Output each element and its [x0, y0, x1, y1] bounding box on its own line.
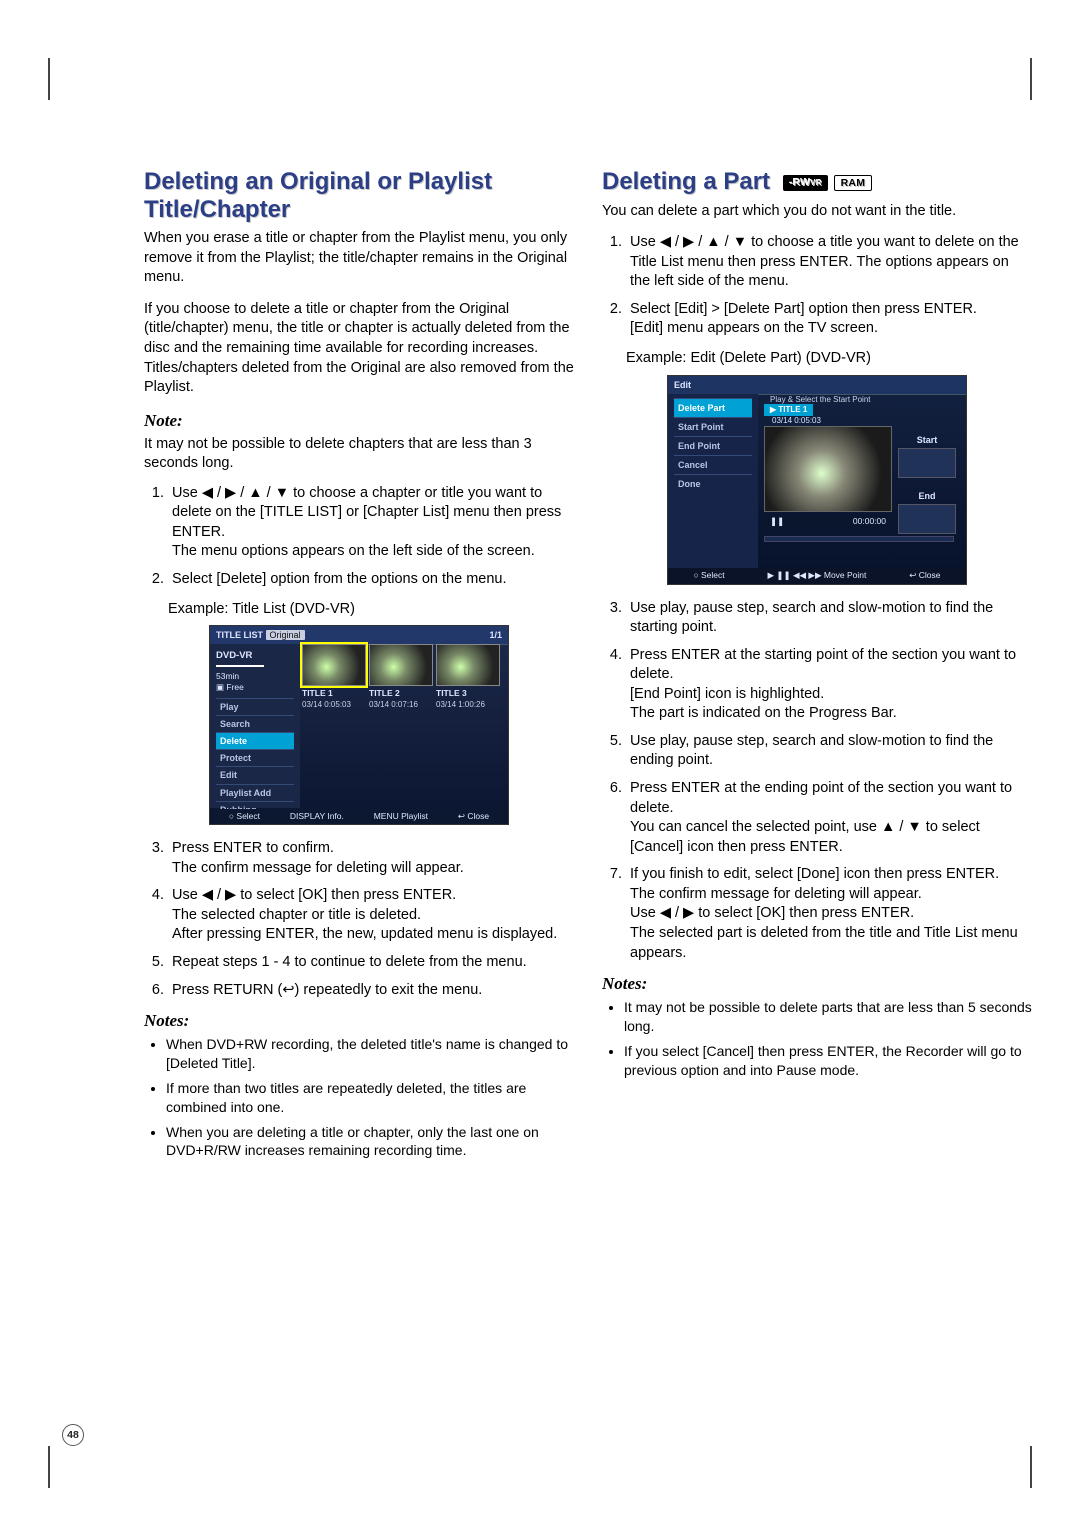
label: End — [898, 488, 956, 504]
note-heading: Note: — [144, 410, 574, 433]
list-item: Press ENTER to confirm. The confirm mess… — [168, 839, 574, 878]
thumbnail: TITLE 203/14 0:07:16 — [369, 644, 433, 710]
paragraph: When you erase a title or chapter from t… — [144, 229, 574, 288]
list-item: When DVD+RW recording, the deleted title… — [166, 1035, 574, 1073]
title-list-screenshot: TITLE LIST Original 1/1 DVD-VR 53min▣ Fr… — [209, 625, 509, 825]
screenshot-menu: Delete PartStart PointEnd PointCancelDon… — [674, 398, 752, 494]
menu-item: Protect — [216, 749, 294, 766]
notes-heading: Notes: — [602, 973, 1032, 996]
note-text: It may not be possible to delete chapter… — [144, 435, 574, 474]
menu-item: Start Point — [674, 417, 752, 436]
screenshot-leftpane: DVD-VR 53min▣ Free PlaySearchDeleteProte… — [210, 644, 300, 808]
footer-item: ↩ Close — [458, 811, 489, 822]
menu-item: Search — [216, 715, 294, 732]
tab-original: Original — [266, 630, 305, 640]
footer-item: ↩ Close — [909, 570, 940, 581]
thumb-box — [898, 504, 956, 534]
menu-item: Done — [674, 474, 752, 493]
screenshot-footer: ○ Select ▶ ❚❚ ◀◀ ▶▶ Move Point ↩ Close — [668, 568, 966, 583]
menu-item: Cancel — [674, 455, 752, 474]
footer-item: ○ Select — [229, 811, 260, 822]
edit-delete-part-screenshot: Edit Delete PartStart PointEnd PointCanc… — [667, 375, 967, 585]
list-item: Use ◀ / ▶ / ▲ / ▼ to choose a chapter or… — [168, 484, 574, 562]
notes-list: When DVD+RW recording, the deleted title… — [144, 1035, 574, 1160]
manual-page: Deleting an Original or Playlist Title/C… — [0, 0, 1080, 1528]
menu-item: End Point — [674, 436, 752, 455]
notes-list: It may not be possible to delete parts t… — [602, 998, 1032, 1080]
format-badges: -RWVR RAM — [783, 175, 872, 191]
screenshot-footer: ○ Select DISPLAY Info. MENU Playlist ↩ Clos… — [210, 809, 508, 824]
menu-item: Play — [216, 698, 294, 715]
label: TITLE LIST — [216, 630, 263, 640]
section-title-delete-part: Deleting a Part -RWVR RAM — [602, 168, 1032, 196]
thumbnails: TITLE 103/14 0:05:03TITLE 203/14 0:07:16… — [302, 644, 504, 710]
list-item: If you select [Cancel] then press ENTER,… — [624, 1042, 1032, 1080]
list-item: Select [Delete] option from the options … — [168, 570, 574, 590]
menu-item: Playlist Add — [216, 784, 294, 801]
screenshot-leftpane: Delete PartStart PointEnd PointCancelDon… — [668, 394, 758, 568]
progress-bar — [764, 536, 954, 542]
footer-item: DISPLAY Info. — [290, 811, 344, 822]
content-columns: Deleting an Original or Playlist Title/C… — [144, 168, 1032, 1428]
left-column: Deleting an Original or Playlist Title/C… — [144, 168, 574, 1428]
list-item: Press RETURN (↩) repeatedly to exit the … — [168, 981, 574, 1001]
screenshot-topbar: Edit — [668, 376, 966, 395]
thumb-box — [898, 448, 956, 478]
badge-rwvr: -RWVR — [783, 175, 828, 191]
menu-item: Delete Part — [674, 398, 752, 417]
thumbnail: TITLE 103/14 0:05:03 — [302, 644, 366, 710]
preview-time: 00:00:00 — [853, 516, 886, 527]
page-number: 48 — [62, 1424, 84, 1446]
footer-item: ○ Select — [693, 570, 724, 581]
end-thumb: End — [898, 488, 956, 534]
paragraph: You can delete a part which you do not w… — [602, 202, 1032, 222]
preview-controls: ❚❚ 00:00:00 — [764, 514, 892, 530]
preview-pane — [764, 426, 892, 512]
pause-icon: ❚❚ — [770, 516, 784, 527]
footer-item: MENU Playlist — [374, 811, 428, 822]
list-item: Select [Edit] > [Delete Part] option the… — [626, 300, 1032, 339]
label: Start — [898, 432, 956, 448]
paragraph: If you choose to delete a title or chapt… — [144, 300, 574, 398]
menu-item: Edit — [216, 766, 294, 783]
list-item: If more than two titles are repeatedly d… — [166, 1079, 574, 1117]
start-thumb: Start — [898, 432, 956, 478]
list-item: Use ◀ / ▶ / ▲ / ▼ to choose a title you … — [626, 233, 1032, 292]
right-column: Deleting a Part -RWVR RAM You can delete… — [602, 168, 1032, 1428]
notes-heading: Notes: — [144, 1010, 574, 1033]
steps-list-b: Press ENTER to confirm. The confirm mess… — [144, 839, 574, 1000]
preview-meta: 03/14 0:05:03 — [764, 414, 827, 427]
badge-ram: RAM — [834, 175, 873, 191]
list-item: Use play, pause step, search and slow-mo… — [626, 599, 1032, 638]
example-label: Example: Edit (Delete Part) (DVD-VR) — [626, 349, 1032, 369]
footer-item: ▶ ❚❚ ◀◀ ▶▶ Move Point — [767, 570, 866, 581]
underline — [216, 665, 264, 667]
thumbnail: TITLE 303/14 1:00:26 — [436, 644, 500, 710]
screenshot-menu: PlaySearchDeleteProtectEditPlaylist AddD… — [216, 698, 294, 818]
steps-list-b: Use play, pause step, search and slow-mo… — [602, 599, 1032, 964]
label: DVD-VR — [216, 650, 294, 663]
example-label: Example: Title List (DVD-VR) — [168, 600, 574, 620]
list-item: When you are deleting a title or chapter… — [166, 1123, 574, 1161]
free-space: 53min▣ Free — [216, 671, 294, 694]
list-item: Use play, pause step, search and slow-mo… — [626, 732, 1032, 771]
list-item: Use ◀ / ▶ to select [OK] then press ENTE… — [168, 886, 574, 945]
list-item: Repeat steps 1 - 4 to continue to delete… — [168, 953, 574, 973]
pager: 1/1 — [489, 629, 502, 641]
list-item: Press ENTER at the ending point of the s… — [626, 779, 1032, 857]
list-item: Press ENTER at the starting point of the… — [626, 646, 1032, 724]
title-text: Deleting a Part — [602, 168, 770, 195]
screenshot-topbar: TITLE LIST Original 1/1 — [210, 626, 508, 645]
list-item: If you finish to edit, select [Done] ico… — [626, 865, 1032, 963]
steps-list-a: Use ◀ / ▶ / ▲ / ▼ to choose a chapter or… — [144, 484, 574, 590]
steps-list-a: Use ◀ / ▶ / ▲ / ▼ to choose a title you … — [602, 233, 1032, 339]
section-title-delete-original: Deleting an Original or Playlist Title/C… — [144, 168, 574, 223]
menu-item: Delete — [216, 732, 294, 749]
list-item: It may not be possible to delete parts t… — [624, 998, 1032, 1036]
